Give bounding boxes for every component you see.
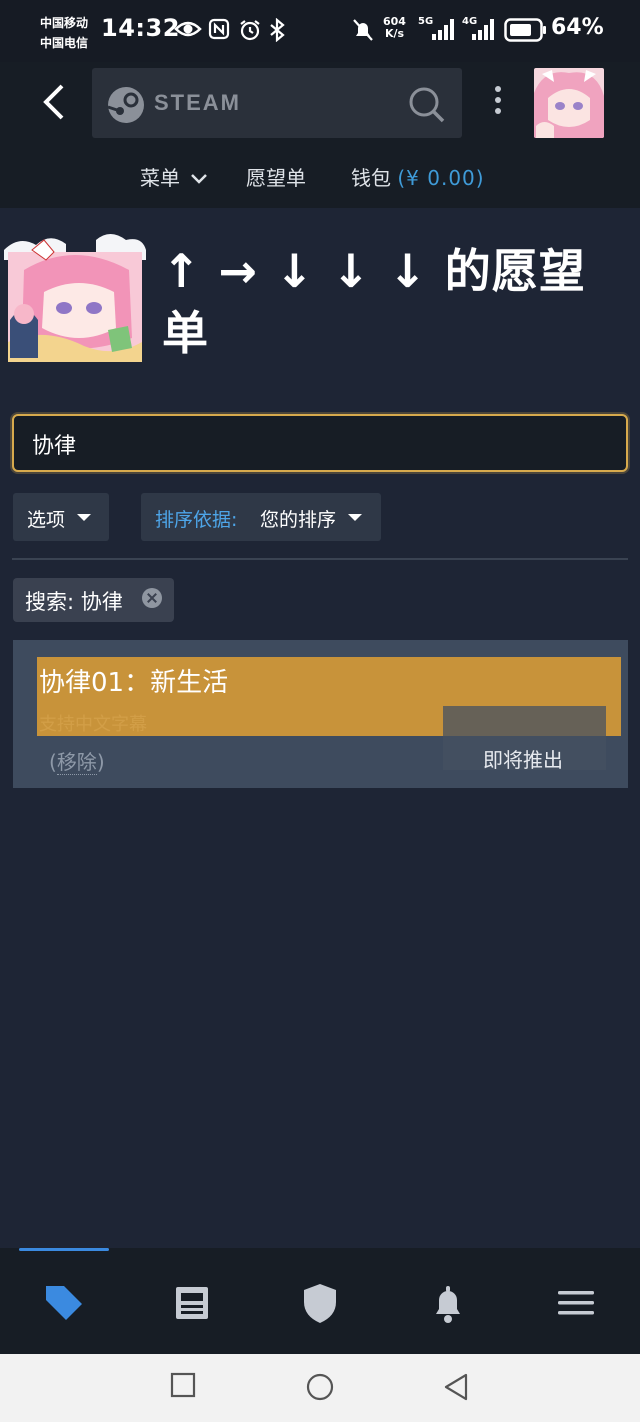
clock: 14:32 <box>101 14 180 42</box>
wallet-balance: (¥ 0.00) <box>397 166 485 190</box>
store-tag-icon[interactable] <box>34 1278 94 1328</box>
carrier-1: 中国移动 <box>40 16 89 30</box>
release-status: 即将推出 <box>483 748 563 772</box>
options-dropdown[interactable]: 选项 <box>13 493 109 541</box>
item-subtitle: 支持中文字幕 <box>39 714 147 735</box>
notifications-bell-icon[interactable] <box>418 1278 478 1328</box>
caret-down-icon <box>348 514 362 521</box>
battery-icon <box>504 18 546 42</box>
wishlist-nav-item[interactable]: 愿望单 <box>246 162 306 191</box>
sort-value: 您的排序 <box>260 509 337 531</box>
carrier-names: 中国移动 中国电信 <box>40 13 88 53</box>
user-avatar[interactable] <box>534 68 604 138</box>
active-tab-indicator <box>19 1248 109 1251</box>
bluetooth-icon <box>270 18 285 42</box>
anime-profile-image <box>4 230 146 372</box>
wishlist-search-input[interactable] <box>32 428 602 460</box>
menu-nav-item[interactable]: 菜单 <box>140 162 208 191</box>
mute-bell-icon <box>353 19 373 41</box>
filter-divider <box>12 558 628 560</box>
wishlist-item[interactable]: 协律01：新生活 支持中文字幕 (移除) 即将推出 <box>13 640 628 788</box>
clear-chip-icon[interactable] <box>142 588 162 608</box>
back-triangle-icon[interactable] <box>442 1372 470 1402</box>
anime-avatar-image <box>534 68 604 138</box>
nfc-icon <box>208 18 230 40</box>
wishlist-search-field[interactable] <box>12 414 628 472</box>
eye-icon <box>174 21 202 37</box>
item-title[interactable]: 协律01：新生活 <box>39 662 228 699</box>
signal-bars-icon <box>472 19 494 40</box>
back-arrow-icon[interactable] <box>34 82 74 122</box>
profile-avatar <box>4 230 146 372</box>
app-header: STEAM 菜单 愿望单 钱包 (¥ 0.00) <box>0 62 640 208</box>
search-filter-chip[interactable]: 搜索: 协律 <box>13 578 174 622</box>
guard-shield-icon[interactable] <box>290 1278 350 1328</box>
store-subnav: 菜单 愿望单 钱包 (¥ 0.00) <box>0 158 640 192</box>
system-navigation-bar <box>0 1354 640 1422</box>
bottom-navigation <box>0 1248 640 1354</box>
net-speed-unit: K/s <box>384 27 405 40</box>
net-speed: 604 K/s <box>383 16 406 40</box>
remove-label[interactable]: 移除 <box>56 750 97 775</box>
signal-bars-icon <box>432 19 454 40</box>
search-icon[interactable] <box>406 84 446 124</box>
remove-link[interactable]: (移除) <box>49 746 105 775</box>
sort-dropdown[interactable]: 排序依据: 您的排序 <box>141 493 381 541</box>
wallet-nav-item[interactable]: 钱包 (¥ 0.00) <box>351 162 485 191</box>
steam-brand-text: STEAM <box>154 90 241 115</box>
menu-hamburger-icon[interactable] <box>546 1278 606 1328</box>
chevron-down-icon <box>191 174 208 184</box>
wallet-label: 钱包 <box>351 166 391 190</box>
recent-apps-icon[interactable] <box>170 1372 196 1398</box>
steam-logo-icon <box>107 87 144 123</box>
chip-label: 搜索: 协律 <box>25 590 123 614</box>
page-title: ↑ → ↓ ↓ ↓ 的愿望单 <box>162 244 586 360</box>
caret-down-icon <box>77 514 91 521</box>
home-icon[interactable] <box>305 1372 335 1402</box>
battery-percent: 64% <box>551 15 604 40</box>
news-icon[interactable] <box>162 1278 222 1328</box>
release-status-box: 即将推出 <box>443 706 606 772</box>
alarm-icon <box>240 20 260 41</box>
store-search-box[interactable]: STEAM <box>92 68 462 138</box>
options-label: 选项 <box>27 509 66 531</box>
status-bar: 中国移动 中国电信 14:32 604 K/s 5G 4G 64% <box>0 0 640 62</box>
carrier-2: 中国电信 <box>40 36 89 50</box>
more-options-icon[interactable] <box>490 86 506 120</box>
menu-label: 菜单 <box>140 166 180 190</box>
sort-label: 排序依据: <box>155 509 238 531</box>
